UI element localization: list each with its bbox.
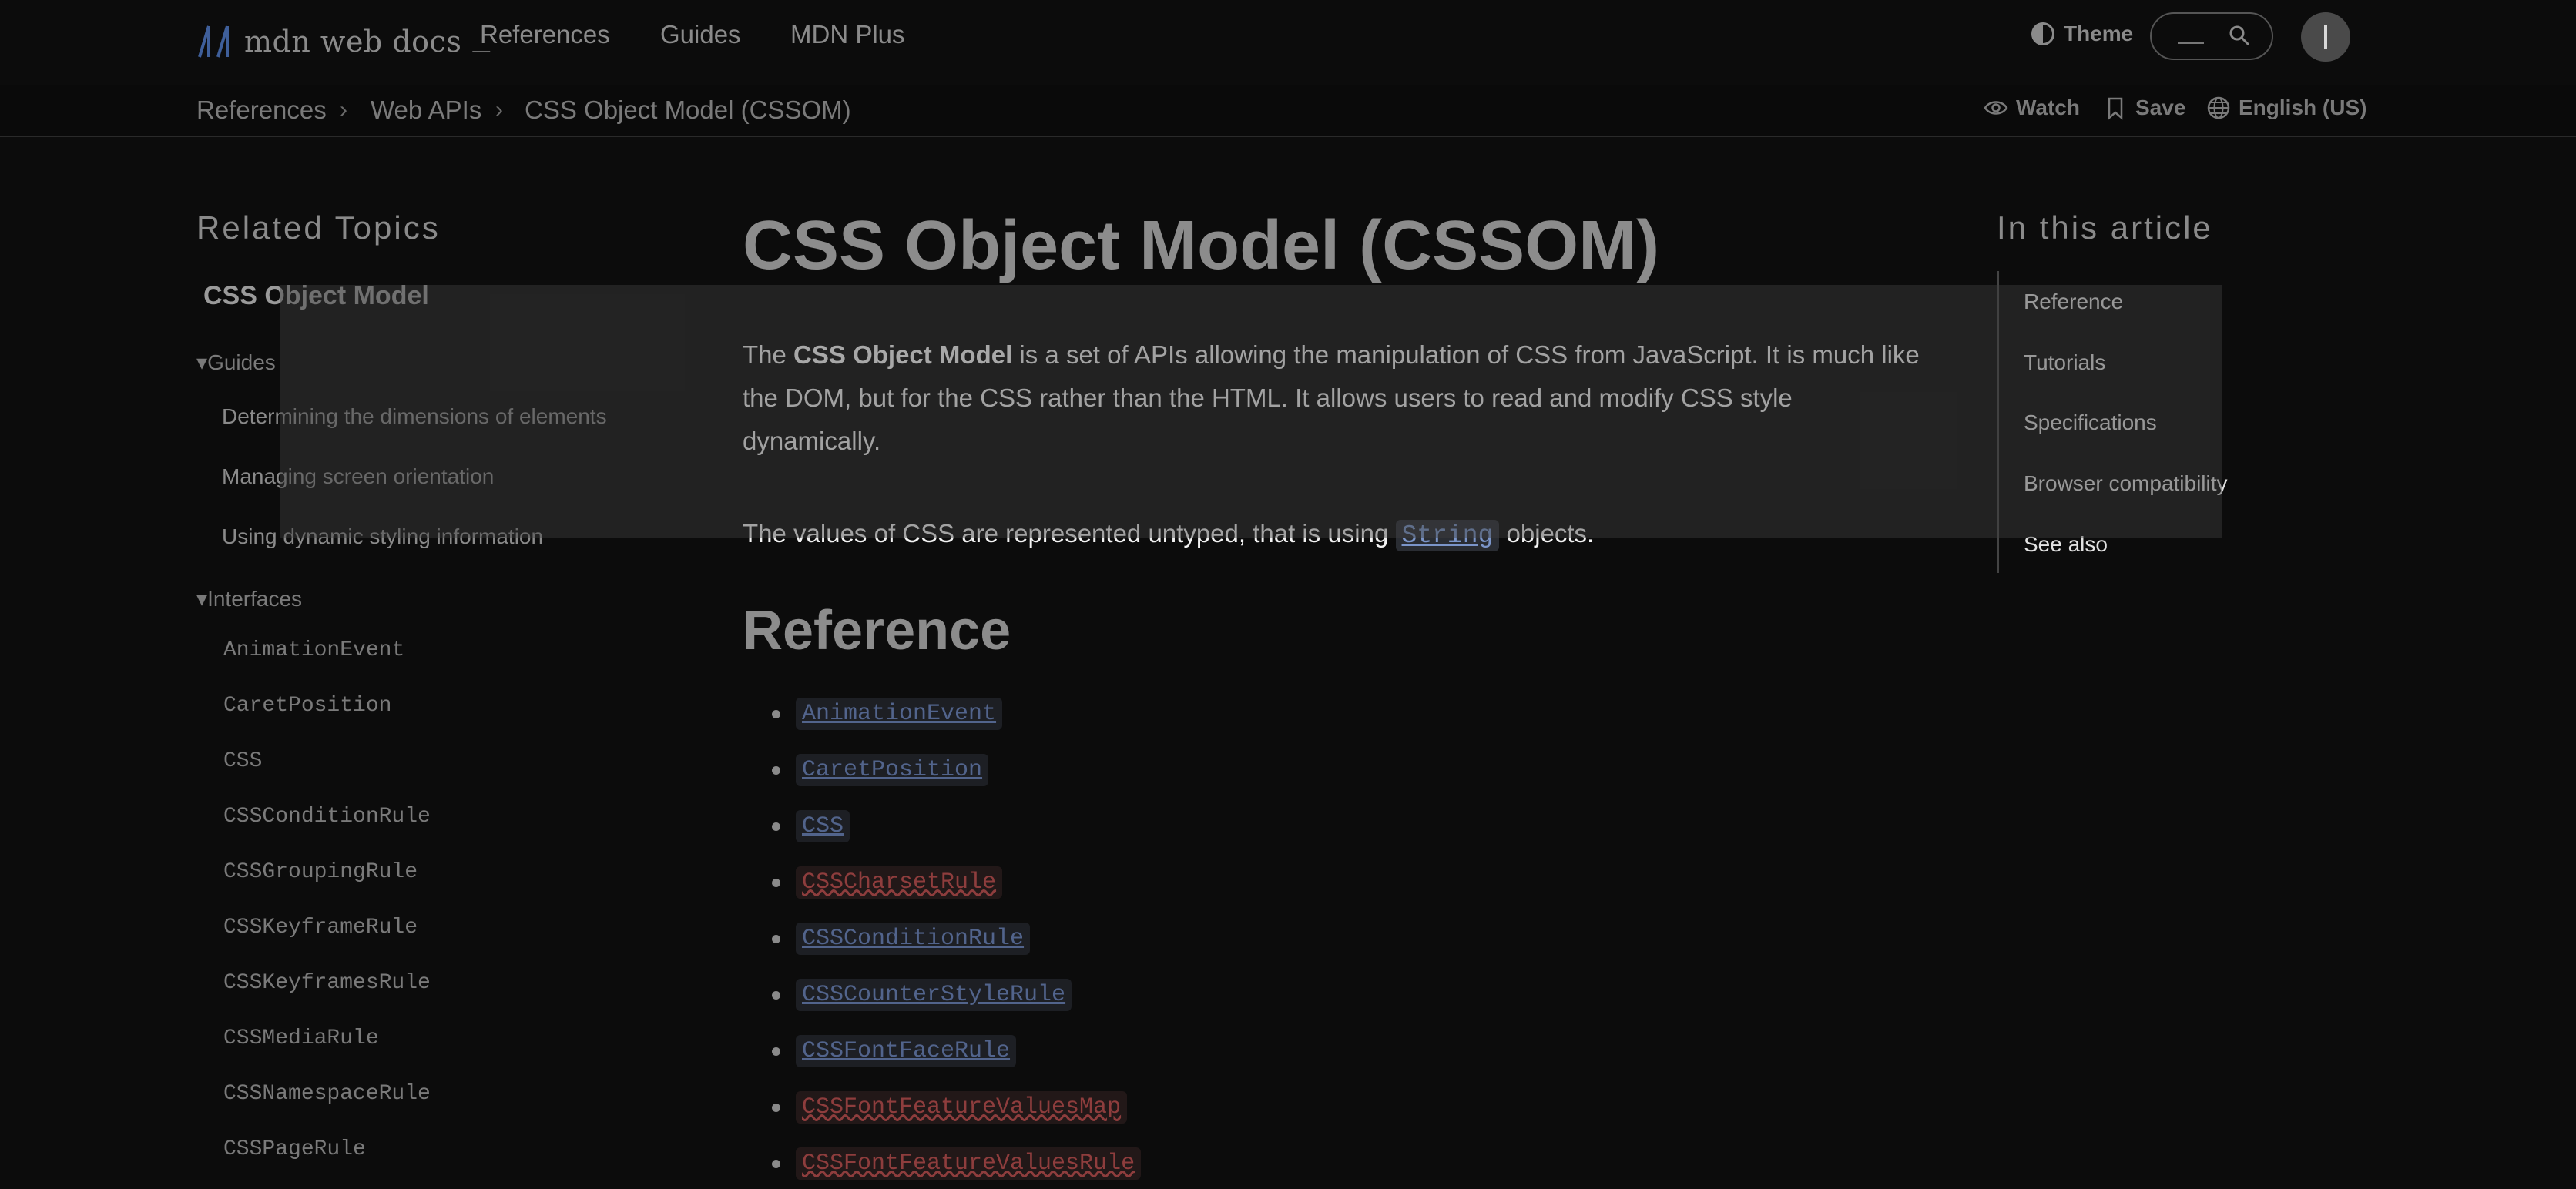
reference-link[interactable]: AnimationEvent xyxy=(796,698,1003,730)
sidebar-item-csskeyframerule[interactable]: CSSKeyframeRule xyxy=(223,916,418,939)
bullet-icon xyxy=(772,878,780,887)
string-link[interactable]: String xyxy=(1395,520,1500,551)
theme-button[interactable]: Theme xyxy=(2031,22,2133,46)
sidebar-item-cssgroupingrule[interactable]: CSSGroupingRule xyxy=(223,860,418,884)
reference-link[interactable]: CSSFontFeatureValuesRule xyxy=(796,1147,1142,1180)
sidebar-heading-link[interactable]: CSS Object Model xyxy=(203,281,429,311)
toc-title: In this article xyxy=(1997,209,2213,246)
user-avatar[interactable] xyxy=(2301,12,2350,62)
toc-item-tutorials[interactable]: Tutorials xyxy=(2024,350,2105,375)
language-label: English (US) xyxy=(2239,95,2367,119)
toc-item-specifications[interactable]: Specifications xyxy=(2024,410,2157,435)
sidebar-item-css[interactable]: CSS xyxy=(223,749,262,773)
intro-text-pre: The xyxy=(743,340,794,369)
reference-link[interactable]: CSSCounterStyleRule xyxy=(796,979,1072,1011)
bullet-icon xyxy=(772,1047,780,1056)
nav-references[interactable]: References xyxy=(480,20,610,49)
sidebar-item-caretposition[interactable]: CaretPosition xyxy=(223,694,391,718)
search-placeholder-line xyxy=(2178,42,2204,44)
theme-label: Theme xyxy=(2064,22,2134,45)
values-text-pre: The values of CSS are represented untype… xyxy=(743,519,1396,548)
caret-down-icon: ▾ xyxy=(196,350,208,374)
toc-item-browser-compatibility[interactable]: Browser compatibility xyxy=(2024,471,2228,496)
chevron-right-icon: › xyxy=(495,97,503,122)
mdn-logo[interactable]: mdn web docs _ xyxy=(196,18,490,65)
values-text-post: objects. xyxy=(1499,519,1595,548)
sidebar-item-cssnamespacerule[interactable]: CSSNamespaceRule xyxy=(223,1082,431,1106)
reference-link[interactable]: CSSFontFeatureValuesMap xyxy=(796,1091,1128,1124)
reference-list-item: CSSFontFeatureValuesRule xyxy=(772,1147,1142,1180)
breadcrumb-current[interactable]: CSS Object Model (CSSOM) xyxy=(525,95,851,125)
reference-link[interactable]: CSSCharsetRule xyxy=(796,866,1003,899)
toc-item-see-also[interactable]: See also xyxy=(2024,532,2108,557)
toc-item-reference[interactable]: Reference xyxy=(2024,290,2123,314)
intro-bold-term: CSS Object Model xyxy=(793,340,1013,369)
sidebar-title: Related Topics xyxy=(196,209,441,246)
reference-list-item: AnimationEvent xyxy=(772,698,1003,730)
globe-icon xyxy=(2207,96,2230,119)
reference-list-item: CaretPosition xyxy=(772,754,989,786)
sidebar-group-label: Guides xyxy=(207,350,276,374)
language-button[interactable]: English (US) xyxy=(2206,95,2366,120)
values-paragraph: The values of CSS are represented untype… xyxy=(743,512,1921,558)
watch-button[interactable]: Watch xyxy=(1984,95,2080,120)
caret-down-icon: ▾ xyxy=(196,587,208,611)
reference-list-item: CSSFontFeatureValuesMap xyxy=(772,1091,1128,1124)
sidebar-item-dynamic-styling[interactable]: Using dynamic styling information xyxy=(222,524,543,549)
toc-divider xyxy=(1997,271,1999,573)
reference-link[interactable]: CSSFontFaceRule xyxy=(796,1035,1017,1067)
bullet-icon xyxy=(772,934,780,943)
bullet-icon xyxy=(772,822,780,831)
nav-mdn-plus[interactable]: MDN Plus xyxy=(790,20,905,49)
search-icon xyxy=(2229,25,2250,46)
reference-heading: Reference xyxy=(743,600,1011,661)
reference-link[interactable]: CSSConditionRule xyxy=(796,923,1031,955)
reference-link[interactable]: CSS xyxy=(796,810,850,842)
chevron-right-icon: › xyxy=(340,97,347,122)
bullet-icon xyxy=(772,1159,780,1168)
reference-list-item: CSSCharsetRule xyxy=(772,866,1003,899)
watch-label: Watch xyxy=(2016,95,2080,119)
sidebar-item-csspagerule[interactable]: CSSPageRule xyxy=(223,1137,366,1161)
bullet-icon xyxy=(772,1103,780,1112)
eye-icon xyxy=(1984,101,2008,115)
top-navigation: mdn web docs _ References Guides MDN Plu… xyxy=(0,0,2576,86)
reference-list-item: CSS xyxy=(772,810,850,842)
sidebar-item-dimensions[interactable]: Determining the dimensions of elements xyxy=(222,404,607,429)
bullet-icon xyxy=(772,765,780,775)
breadcrumb-web-apis[interactable]: Web APIs xyxy=(371,95,481,125)
mdn-logo-icon xyxy=(198,25,229,58)
sidebar-item-cssmediarule[interactable]: CSSMediaRule xyxy=(223,1027,379,1050)
theme-icon xyxy=(2031,22,2054,45)
sidebar-item-screen-orientation[interactable]: Managing screen orientation xyxy=(222,464,494,489)
breadcrumb-references[interactable]: References xyxy=(196,95,327,125)
reference-list-item: CSSCounterStyleRule xyxy=(772,979,1072,1011)
bookmark-icon xyxy=(2108,97,2123,120)
search-button[interactable] xyxy=(2150,12,2273,60)
reference-list-item: CSSFontFaceRule xyxy=(772,1035,1017,1067)
sidebar-group-label: Interfaces xyxy=(207,587,303,611)
sidebar-group-guides[interactable]: ▾Guides xyxy=(196,350,276,375)
sidebar-item-csskeyframesrule[interactable]: CSSKeyframesRule xyxy=(223,971,431,995)
nav-guides[interactable]: Guides xyxy=(660,20,741,49)
sidebar-group-interfaces[interactable]: ▾Interfaces xyxy=(196,586,302,611)
save-button[interactable]: Save xyxy=(2103,95,2185,120)
save-label: Save xyxy=(2135,95,2186,119)
bullet-icon xyxy=(772,990,780,1000)
sidebar-item-cssconditionrule[interactable]: CSSConditionRule xyxy=(223,805,431,829)
sidebar-item-animationevent[interactable]: AnimationEvent xyxy=(223,638,404,662)
page: mdn web docs _ References Guides MDN Plu… xyxy=(0,0,2576,1189)
bullet-icon xyxy=(772,709,780,718)
logo-text: mdn web docs xyxy=(244,25,462,59)
avatar-glyph xyxy=(2324,25,2327,49)
page-title: CSS Object Model (CSSOM) xyxy=(743,207,1660,284)
intro-paragraph: The CSS Object Model is a set of APIs al… xyxy=(743,333,1921,463)
reference-link[interactable]: CaretPosition xyxy=(796,754,989,786)
reference-list-item: CSSConditionRule xyxy=(772,923,1031,955)
breadcrumb-bar: References › Web APIs › CSS Object Model… xyxy=(0,85,2576,137)
